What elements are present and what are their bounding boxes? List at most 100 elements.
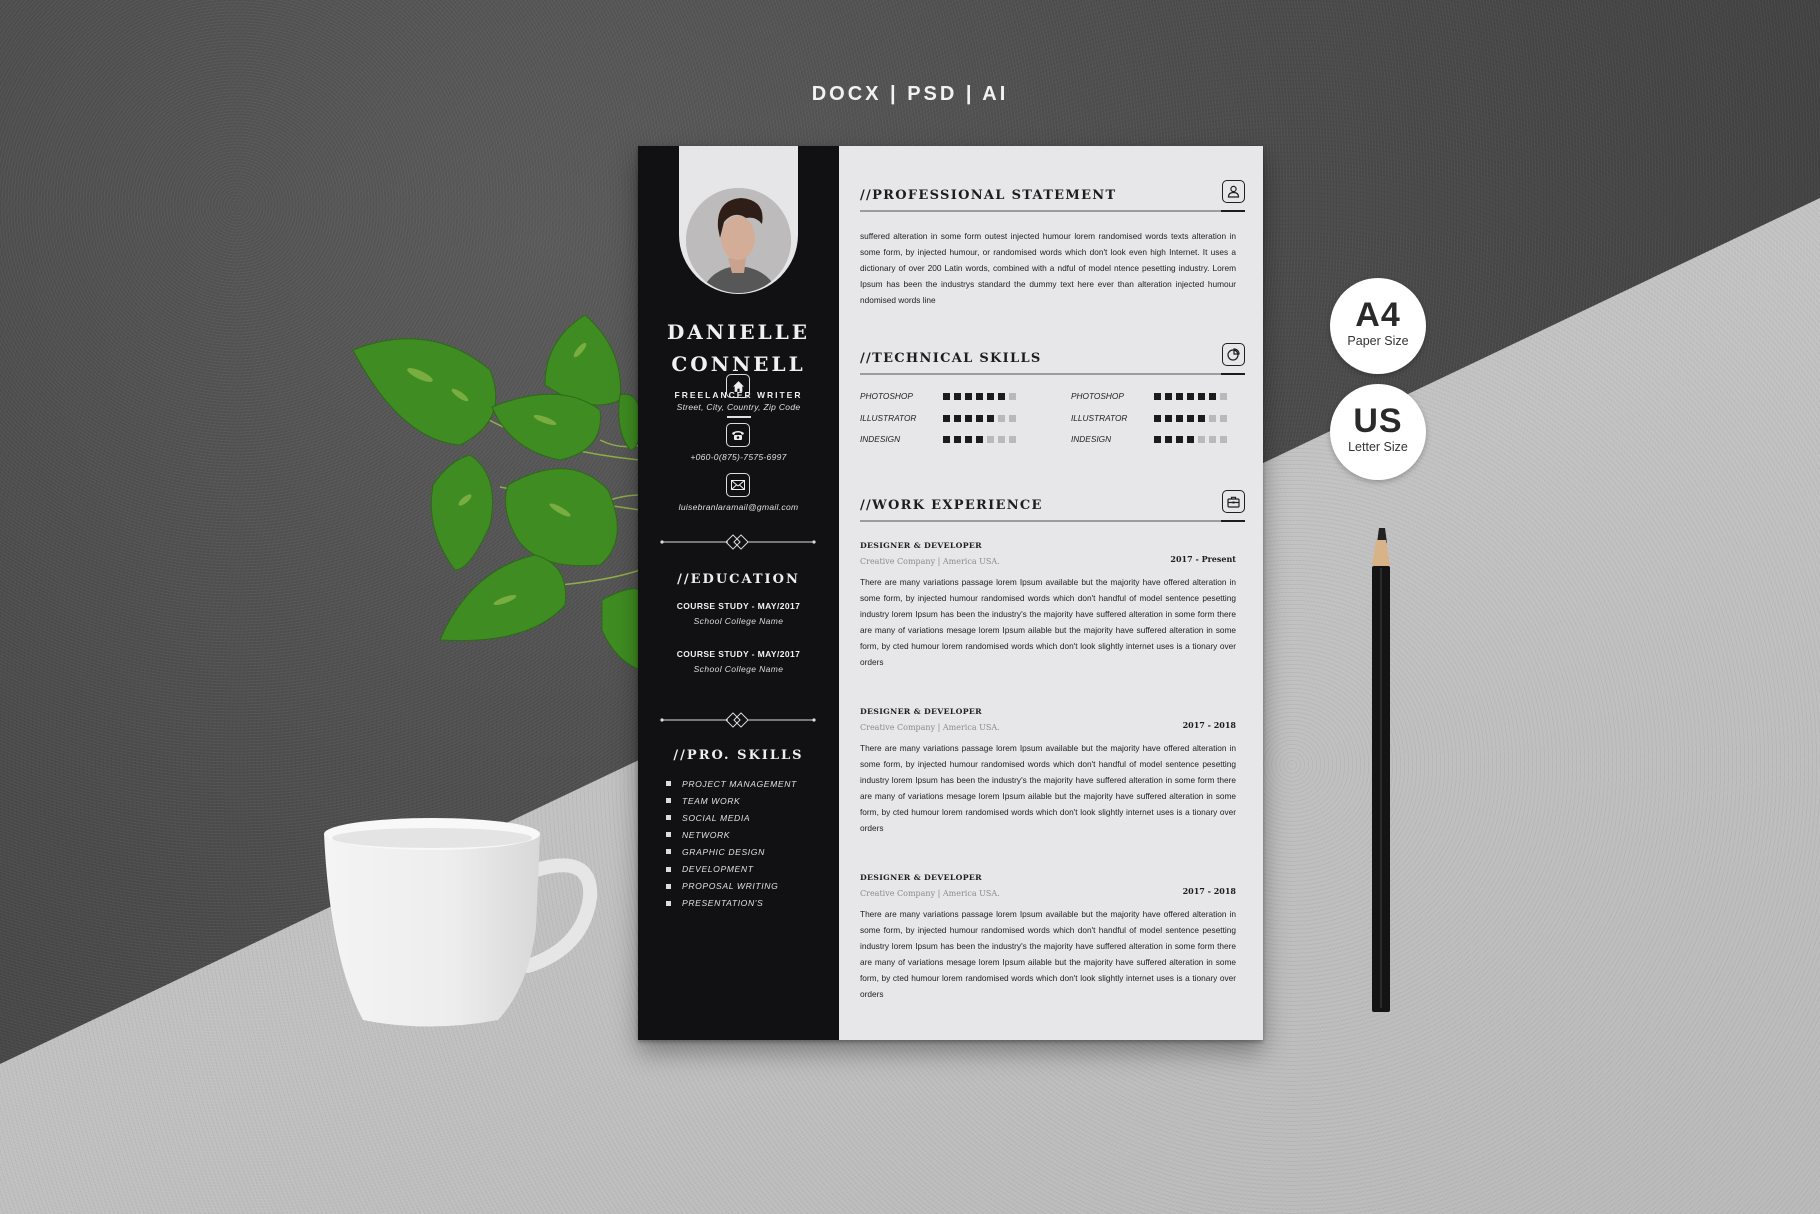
education-title: COURSE STUDY - MAY/2017 — [676, 601, 801, 611]
list-item: PROPOSAL WRITING — [666, 878, 797, 895]
skill-rating — [1154, 415, 1227, 422]
badge-label: US — [1353, 402, 1403, 440]
bullet-icon — [666, 900, 671, 906]
list-item: GRAPHIC DESIGN — [666, 843, 797, 860]
list-item: PRESENTATION'S — [666, 895, 797, 912]
rating-dot-filled — [1154, 436, 1161, 443]
address-text: Street, City, Country, Zip Code — [676, 402, 801, 412]
ornament-divider — [660, 534, 816, 550]
rating-dot-filled — [976, 415, 983, 422]
email-text[interactable]: luisebranlaramail@gmail.com — [638, 502, 839, 512]
rating-dot-filled — [1165, 393, 1172, 400]
job-dates: 2017 - 2018 — [1182, 886, 1236, 896]
skill-label: GRAPHIC DESIGN — [682, 846, 765, 857]
skill-label: PROJECT MANAGEMENT — [682, 778, 797, 789]
skill-name: INDESIGN — [860, 434, 901, 444]
job-dates: 2017 - 2018 — [1182, 720, 1236, 730]
education-school: School College Name — [693, 616, 784, 626]
bullet-icon — [666, 849, 671, 855]
plant-image — [352, 314, 641, 671]
job-title: DESIGNER & DEVELOPER — [860, 707, 982, 716]
rating-dot-empty — [1009, 415, 1016, 422]
job-company: Creative Company | America USA. — [860, 723, 1000, 732]
education-title: COURSE STUDY - MAY/2017 — [676, 649, 801, 659]
job-description: There are many variations passage lorem … — [860, 743, 1236, 833]
rating-dot-filled — [943, 393, 950, 400]
badge-caption: Paper Size — [1347, 334, 1409, 348]
last-name: CONNELL — [671, 352, 806, 376]
rating-dot-filled — [1187, 436, 1194, 443]
section-divider — [860, 372, 1245, 375]
badge-label: A4 — [1355, 296, 1401, 334]
rating-dot-filled — [987, 393, 994, 400]
rating-dot-filled — [1198, 415, 1205, 422]
skill-rating — [943, 393, 1016, 400]
list-item: PROJECT MANAGEMENT — [666, 775, 797, 792]
technical-skills-heading: //TECHNICAL SKILLS — [860, 351, 1042, 366]
mail-icon — [726, 473, 750, 497]
skill-rating — [943, 415, 1016, 422]
first-name: DANIELLE — [666, 320, 811, 344]
rating-dot-filled — [1154, 393, 1161, 400]
rating-dot-filled — [1165, 415, 1172, 422]
skill-label: TEAM WORK — [682, 795, 741, 806]
job-company: Creative Company | America USA. — [860, 889, 1000, 898]
job-company: Creative Company | America USA. — [860, 557, 1000, 566]
bullet-icon — [666, 815, 671, 821]
job-title: DESIGNER & DEVELOPER — [860, 873, 982, 882]
rating-dot-empty — [1009, 436, 1016, 443]
skill-rating — [1154, 393, 1227, 400]
bullet-icon — [666, 883, 671, 889]
job-description: There are many variations passage lorem … — [860, 909, 1236, 999]
badge-caption: Letter Size — [1348, 440, 1408, 454]
education-school: School College Name — [693, 664, 784, 674]
rating-dot-filled — [1209, 393, 1216, 400]
rating-dot-filled — [954, 436, 961, 443]
list-item: DEVELOPMENT — [666, 860, 797, 877]
ornament-divider — [660, 712, 816, 728]
list-item: SOCIAL MEDIA — [666, 809, 797, 826]
skill-name: PHOTOSHOP — [860, 391, 913, 401]
rating-dot-filled — [976, 393, 983, 400]
section-divider — [860, 209, 1245, 212]
pie-chart-icon — [1222, 343, 1245, 366]
rating-dot-empty — [987, 436, 994, 443]
coffee-cup-image — [324, 818, 598, 1027]
skill-name: PHOTOSHOP — [1071, 391, 1124, 401]
rating-dot-filled — [1198, 393, 1205, 400]
bullet-icon — [666, 866, 671, 872]
user-icon — [1222, 180, 1245, 203]
rating-dot-filled — [943, 436, 950, 443]
rating-dot-empty — [1220, 415, 1227, 422]
skill-name: ILLUSTRATOR — [860, 413, 917, 423]
rating-dot-filled — [965, 436, 972, 443]
rating-dot-empty — [1198, 436, 1205, 443]
format-list: DOCX | PSD | AI — [811, 83, 1009, 105]
bullet-icon — [666, 798, 671, 804]
job-description: There are many variations passage lorem … — [860, 577, 1236, 667]
section-divider — [860, 519, 1245, 522]
skill-name: INDESIGN — [1071, 434, 1112, 444]
rating-dot-filled — [943, 415, 950, 422]
resume-page: DANIELLE CONNELL FREELANCER WRITER Stree… — [638, 146, 1263, 1040]
rating-dot-filled — [998, 393, 1005, 400]
rating-dot-empty — [1220, 393, 1227, 400]
rating-dot-filled — [1176, 436, 1183, 443]
list-item: NETWORK — [666, 826, 797, 843]
skill-name: ILLUSTRATOR — [1071, 413, 1128, 423]
education-heading: //EDUCATION — [677, 572, 800, 587]
profile-photo — [686, 188, 791, 293]
job-dates: 2017 - Present — [1170, 554, 1236, 564]
rating-dot-filled — [1187, 415, 1194, 422]
rating-dot-filled — [1187, 393, 1194, 400]
phone-icon — [726, 423, 750, 447]
resume-main: //PROFESSIONAL STATEMENT suffered altera… — [860, 146, 1245, 1040]
rating-dot-empty — [998, 436, 1005, 443]
rating-dot-empty — [1220, 436, 1227, 443]
a4-size-badge: A4 Paper Size — [1330, 278, 1426, 374]
rating-dot-filled — [1154, 415, 1161, 422]
rating-dot-empty — [1009, 393, 1016, 400]
rating-dot-filled — [1176, 415, 1183, 422]
skill-label: DEVELOPMENT — [682, 864, 754, 875]
professional-statement-heading: //PROFESSIONAL STATEMENT — [860, 188, 1117, 203]
